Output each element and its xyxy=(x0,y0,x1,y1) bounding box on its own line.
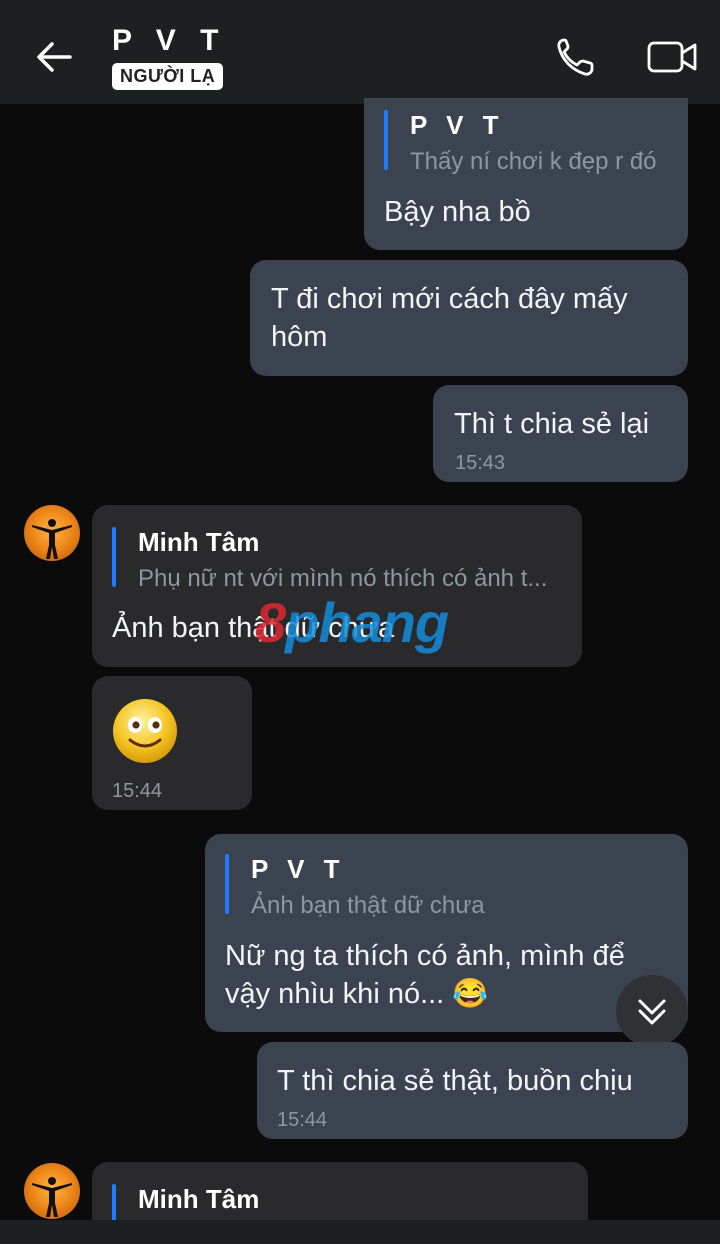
quote-bar xyxy=(384,110,388,170)
back-button[interactable] xyxy=(30,34,80,80)
phone-icon xyxy=(557,38,594,76)
message-bubble-outgoing[interactable]: P V T Thấy ní chơi k đẹp r đó Bậy nha bồ xyxy=(364,98,688,250)
chevron-double-down-icon xyxy=(638,999,666,1025)
voice-call-button[interactable] xyxy=(552,34,602,80)
message-text-line: T đi chơi mới cách đây mấy xyxy=(271,283,628,315)
stranger-badge: NGƯỜI LẠ xyxy=(112,63,224,90)
quote-bar xyxy=(225,854,229,914)
back-arrow-icon xyxy=(37,42,72,72)
avatar-silhouette-icon xyxy=(32,1177,72,1217)
avatar[interactable] xyxy=(24,1163,80,1219)
video-camera-icon xyxy=(647,41,697,73)
video-call-button[interactable] xyxy=(645,34,701,80)
quote-sender: P V T xyxy=(251,854,346,884)
quote-sender: P V T xyxy=(410,110,505,140)
message-text-line: Nữ ng ta thích có ảnh, mình để xyxy=(225,940,625,972)
message-time: 15:44 xyxy=(277,1109,328,1131)
avatar-silhouette-icon xyxy=(32,519,72,559)
scroll-to-bottom-button[interactable] xyxy=(616,975,688,1047)
chat-header: P V T NGƯỜI LẠ xyxy=(0,0,720,104)
message-text: T thì chia sẻ thật, buồn chịu xyxy=(277,1065,633,1097)
quote-text: Phụ nữ nt với mình nó thích có ảnh t... xyxy=(138,565,548,592)
message-text: Thì t chia sẻ lại xyxy=(454,408,650,440)
message-time: 15:44 xyxy=(112,780,163,802)
message-text-line: vậy nhìu khi nó... 😂 xyxy=(225,978,489,1010)
message-bubble-outgoing[interactable]: Thì t chia sẻ lại 15:43 xyxy=(433,385,688,482)
emoji-smile-icon xyxy=(112,698,178,764)
quote-text: Ảnh bạn thật dữ chưa xyxy=(251,892,485,919)
message-text: Bậy nha bồ xyxy=(384,196,531,228)
message-text-line: hôm xyxy=(271,321,328,353)
quote-sender: Minh Tâm xyxy=(138,527,260,557)
message-bubble-outgoing[interactable]: T thì chia sẻ thật, buồn chịu 15:44 xyxy=(257,1042,688,1139)
message-time: 15:43 xyxy=(455,452,506,474)
bottom-strip xyxy=(0,1220,720,1244)
message-bubble-incoming[interactable]: 15:44 xyxy=(92,676,252,810)
quote-sender: Minh Tâm xyxy=(138,1184,260,1214)
message-bubble-outgoing[interactable]: T đi chơi mới cách đây mấy hôm xyxy=(250,260,688,376)
avatar[interactable] xyxy=(24,505,80,561)
quote-text: Thấy ní chơi k đẹp r đó xyxy=(410,148,657,175)
contact-name[interactable]: P V T xyxy=(112,24,226,58)
quote-bar xyxy=(112,527,116,587)
watermark-logo: 8phang xyxy=(255,591,449,654)
